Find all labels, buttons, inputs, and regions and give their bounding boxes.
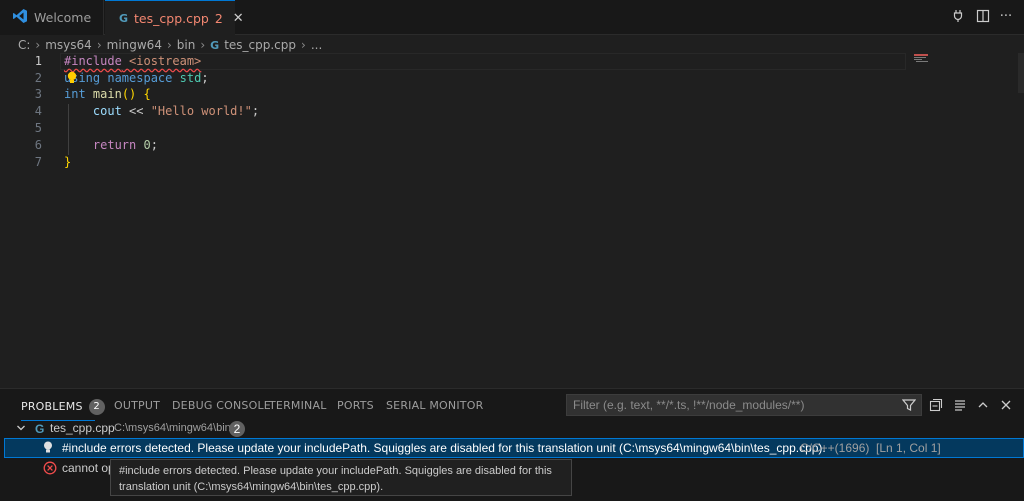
debug-plug-icon[interactable]: [950, 9, 966, 25]
code-token: ;: [201, 71, 209, 85]
problems-count-badge: 2: [88, 399, 105, 415]
chevron-up-icon[interactable]: [975, 398, 991, 414]
code-line: cout << "Hello world!";: [64, 104, 259, 118]
cpp-file-icon: G: [210, 38, 220, 52]
tab-label: tes_cpp.cpp: [134, 11, 209, 26]
editor-tab-bar: Welcome G tes_cpp.cpp 2 ✕ ···: [0, 0, 1024, 36]
tab-label: Welcome: [34, 10, 92, 25]
problem-file-name: tes_cpp.cpp: [50, 421, 115, 435]
code-token: <<: [121, 104, 151, 118]
code-line: int main() {: [64, 87, 151, 101]
line-number: 1: [34, 54, 42, 68]
tab-problem-count: 2: [214, 11, 223, 26]
filter-icon[interactable]: [901, 398, 917, 414]
code-token: }: [64, 155, 72, 169]
panel-tab-terminal[interactable]: TERMINAL: [269, 399, 327, 412]
chevron-right-icon: ›: [96, 38, 102, 52]
chevron-right-icon: ›: [166, 38, 172, 52]
chevron-right-icon: ›: [301, 38, 306, 52]
line-number: 5: [34, 121, 42, 135]
problem-file-path: C:\msys64\mingw64\bin: [114, 422, 231, 434]
line-number: 6: [34, 138, 42, 152]
tab-welcome[interactable]: Welcome: [0, 0, 104, 35]
problem-row-selected[interactable]: #include errors detected. Please update …: [4, 438, 1024, 458]
breadcrumb-item[interactable]: C:: [18, 38, 30, 52]
code-token: main: [92, 87, 122, 101]
indent-guide: [68, 104, 69, 155]
problems-filter: [566, 394, 922, 416]
tooltip-line: #include errors detected. Please update …: [119, 465, 552, 477]
close-icon[interactable]: ✕: [233, 11, 244, 26]
collapse-all-icon[interactable]: [928, 398, 944, 414]
breadcrumb: C: › msys64 › mingw64 › bin › G tes_cpp.…: [18, 36, 322, 54]
problem-location: [Ln 1, Col 1]: [876, 441, 941, 455]
line-number: 2: [34, 71, 42, 85]
chevron-down-icon[interactable]: [16, 422, 26, 436]
panel-tab-debug-console[interactable]: DEBUG CONSOLE: [172, 399, 271, 412]
problems-filter-input[interactable]: [567, 395, 893, 415]
tooltip-line: translation unit (C:\msys64\mingw64\bin\…: [119, 481, 384, 493]
view-as-list-icon[interactable]: [952, 398, 968, 414]
code-token: std: [179, 71, 202, 85]
code-line: return 0;: [64, 138, 158, 152]
breadcrumb-item[interactable]: msys64: [45, 38, 92, 52]
panel-tab-output[interactable]: OUTPUT: [114, 399, 160, 412]
code-line: using namespace std;: [64, 71, 209, 85]
panel-tab-ports[interactable]: PORTS: [337, 399, 374, 412]
code-token: 0: [143, 138, 151, 152]
code-token: cout: [64, 104, 122, 118]
problem-message: #include errors detected. Please update …: [62, 441, 826, 455]
panel-tab-label: PROBLEMS: [21, 400, 83, 413]
split-editor-icon[interactable]: [975, 9, 991, 25]
panel-tab-problems[interactable]: PROBLEMS 2: [21, 399, 105, 415]
code-token: "Hello world!": [150, 104, 252, 118]
code-token: int: [64, 87, 86, 101]
minimap[interactable]: [914, 53, 934, 63]
cpp-file-icon: G: [35, 422, 45, 436]
error-icon: [43, 461, 57, 478]
problem-hover-tooltip: #include errors detected. Please update …: [110, 459, 572, 496]
problem-file-row[interactable]: G tes_cpp.cpp C:\msys64\mingw64\bin 2: [0, 420, 1024, 438]
close-panel-icon[interactable]: [998, 398, 1014, 414]
chevron-right-icon: ›: [200, 38, 206, 52]
line-number: 3: [34, 87, 42, 101]
tab-tes-cpp[interactable]: G tes_cpp.cpp 2 ✕: [105, 0, 244, 36]
vscode-logo-icon: [12, 8, 28, 27]
code-line: #include <iostream>: [64, 54, 201, 68]
problem-file-count-badge: 2: [229, 421, 245, 437]
lightbulb-icon[interactable]: [43, 441, 53, 457]
breadcrumb-item[interactable]: tes_cpp.cpp: [224, 38, 296, 52]
problem-source: C/C++(1696): [800, 441, 870, 455]
breadcrumb-item[interactable]: bin: [177, 38, 196, 52]
line-number: 4: [34, 104, 42, 118]
code-token: return: [92, 138, 137, 152]
code-editor[interactable]: 1 2 3 4 5 6 7 #include <iostream> using …: [0, 53, 1024, 387]
chevron-right-icon: ›: [35, 38, 41, 52]
lightbulb-icon[interactable]: [66, 71, 78, 88]
code-token: ;: [251, 104, 260, 118]
code-token: namespace: [107, 71, 173, 85]
code-token: {: [143, 87, 151, 101]
problem-message: cannot op: [62, 461, 115, 475]
cpp-file-icon: G: [119, 12, 129, 25]
more-actions-icon[interactable]: ···: [998, 9, 1014, 25]
code-line: }: [64, 155, 71, 169]
code-token: <iostream>: [129, 54, 202, 68]
breadcrumb-item[interactable]: ...: [311, 38, 322, 52]
breadcrumb-item[interactable]: mingw64: [107, 38, 162, 52]
panel-tab-serial-monitor[interactable]: SERIAL MONITOR: [386, 399, 483, 412]
editor-scrollbar[interactable]: [1018, 53, 1024, 93]
code-token: #include: [64, 54, 122, 68]
code-token: ;: [150, 138, 158, 152]
line-number: 7: [34, 155, 42, 169]
code-token: (): [121, 87, 137, 101]
